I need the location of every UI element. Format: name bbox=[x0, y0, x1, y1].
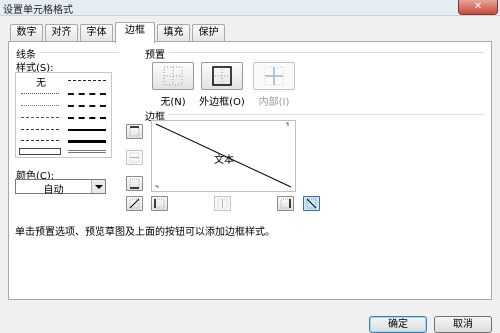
line-style-option[interactable] bbox=[68, 93, 106, 95]
border-bottom-icon bbox=[129, 178, 140, 189]
tab-border[interactable]: 边框 bbox=[115, 22, 155, 43]
line-style-option[interactable] bbox=[21, 105, 59, 106]
border-inside-vertical-icon bbox=[217, 198, 228, 209]
preset-outline-button[interactable] bbox=[201, 62, 243, 90]
line-style-option[interactable] bbox=[21, 93, 59, 94]
tab-protection[interactable]: 保护 bbox=[192, 24, 225, 42]
line-style-option[interactable] bbox=[19, 148, 61, 155]
line-style-option[interactable] bbox=[68, 105, 106, 107]
border-right-icon bbox=[280, 198, 291, 209]
border-bottom-button[interactable] bbox=[126, 176, 143, 191]
preset-none-button[interactable] bbox=[152, 62, 194, 90]
tab-fill[interactable]: 填充 bbox=[157, 24, 190, 42]
border-outline-icon bbox=[212, 66, 232, 86]
border-top-button[interactable] bbox=[126, 124, 143, 139]
preset-inside-button[interactable] bbox=[253, 62, 295, 90]
title-bar: 设置单元格格式 ✕ bbox=[0, 0, 500, 16]
border-diagonal-up-icon bbox=[129, 198, 140, 209]
presets-group-separator bbox=[169, 52, 485, 53]
line-style-list[interactable]: 无 bbox=[15, 72, 112, 158]
border-left-button[interactable] bbox=[151, 196, 168, 211]
line-style-option[interactable] bbox=[21, 129, 59, 130]
preset-outline-label: 外边框(O) bbox=[199, 97, 245, 108]
cancel-button[interactable]: 取消 bbox=[434, 316, 492, 333]
color-dropdown[interactable]: 自动 bbox=[15, 179, 106, 196]
border-left-icon bbox=[154, 198, 165, 209]
border-diagonal-down-button[interactable] bbox=[303, 196, 320, 211]
close-button[interactable]: ✕ bbox=[458, 0, 498, 15]
tab-font[interactable]: 字体 bbox=[80, 24, 113, 42]
tab-number[interactable]: 数字 bbox=[10, 24, 43, 42]
line-style-option[interactable] bbox=[68, 150, 106, 153]
border-inside-icon bbox=[264, 66, 284, 86]
border-top-icon bbox=[129, 126, 140, 137]
tab-alignment[interactable]: 对齐 bbox=[45, 24, 78, 42]
line-group-separator bbox=[39, 52, 119, 53]
line-style-option[interactable] bbox=[68, 117, 106, 119]
border-inside-vertical-button[interactable] bbox=[214, 196, 231, 211]
chevron-down-icon[interactable] bbox=[91, 180, 105, 193]
border-group-separator bbox=[169, 114, 485, 115]
border-tab-panel: 线条 样式(S): 无 颜色(C): 自动 预置 无(N) 外边框(O) 内部(… bbox=[8, 41, 492, 300]
line-style-option[interactable] bbox=[68, 129, 106, 131]
presets-group-label: 预置 bbox=[145, 50, 165, 61]
line-style-none[interactable]: 无 bbox=[36, 74, 46, 89]
hint-text: 单击预置选项、预览草图及上面的按钮可以添加边框样式。 bbox=[15, 227, 275, 238]
border-preview[interactable]: 文本 bbox=[151, 120, 296, 192]
line-style-option[interactable] bbox=[21, 117, 59, 118]
color-value: 自动 bbox=[43, 185, 64, 196]
border-diagonal-down-icon bbox=[306, 198, 317, 209]
close-icon: ✕ bbox=[473, 1, 483, 12]
line-style-option[interactable] bbox=[68, 140, 106, 143]
border-inside-horizontal-icon bbox=[129, 152, 140, 163]
border-none-icon bbox=[163, 66, 183, 86]
window-title: 设置单元格格式 bbox=[3, 5, 73, 16]
preset-none-label: 无(N) bbox=[160, 97, 186, 108]
preset-inside-label: 内部(I) bbox=[258, 97, 290, 108]
preview-text: 文本 bbox=[214, 155, 234, 166]
border-right-button[interactable] bbox=[277, 196, 294, 211]
line-style-option[interactable] bbox=[21, 140, 59, 141]
line-style-option[interactable] bbox=[68, 80, 106, 81]
border-inside-horizontal-button[interactable] bbox=[126, 150, 143, 165]
ok-button[interactable]: 确定 bbox=[369, 316, 427, 333]
border-diagonal-up-button[interactable] bbox=[126, 196, 143, 211]
